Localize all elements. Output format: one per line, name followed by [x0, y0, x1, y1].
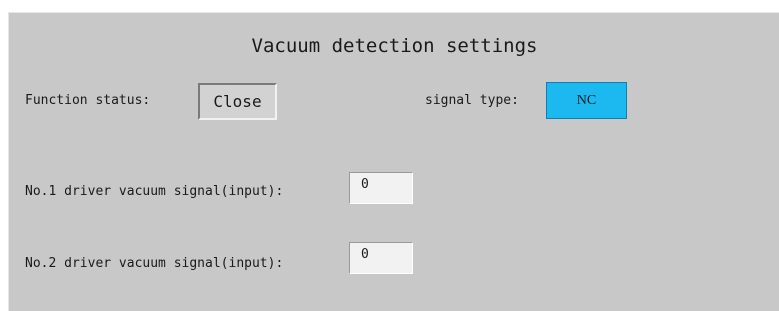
driver2-vacuum-signal-label: No.2 driver vacuum signal(input):: [25, 256, 284, 271]
driver1-vacuum-signal-label: No.1 driver vacuum signal(input):: [25, 184, 284, 199]
driver1-vacuum-signal-field[interactable]: 0: [349, 172, 413, 204]
driver2-vacuum-signal-field[interactable]: 0: [349, 242, 413, 274]
signal-type-button[interactable]: NC: [546, 82, 627, 119]
signal-type-label: signal type:: [425, 93, 519, 108]
function-status-toggle-button[interactable]: Close: [198, 83, 277, 120]
function-status-label: Function status:: [25, 93, 151, 108]
vacuum-settings-panel: Vacuum detection settings Function statu…: [8, 12, 779, 311]
panel-title: Vacuum detection settings: [251, 35, 538, 57]
